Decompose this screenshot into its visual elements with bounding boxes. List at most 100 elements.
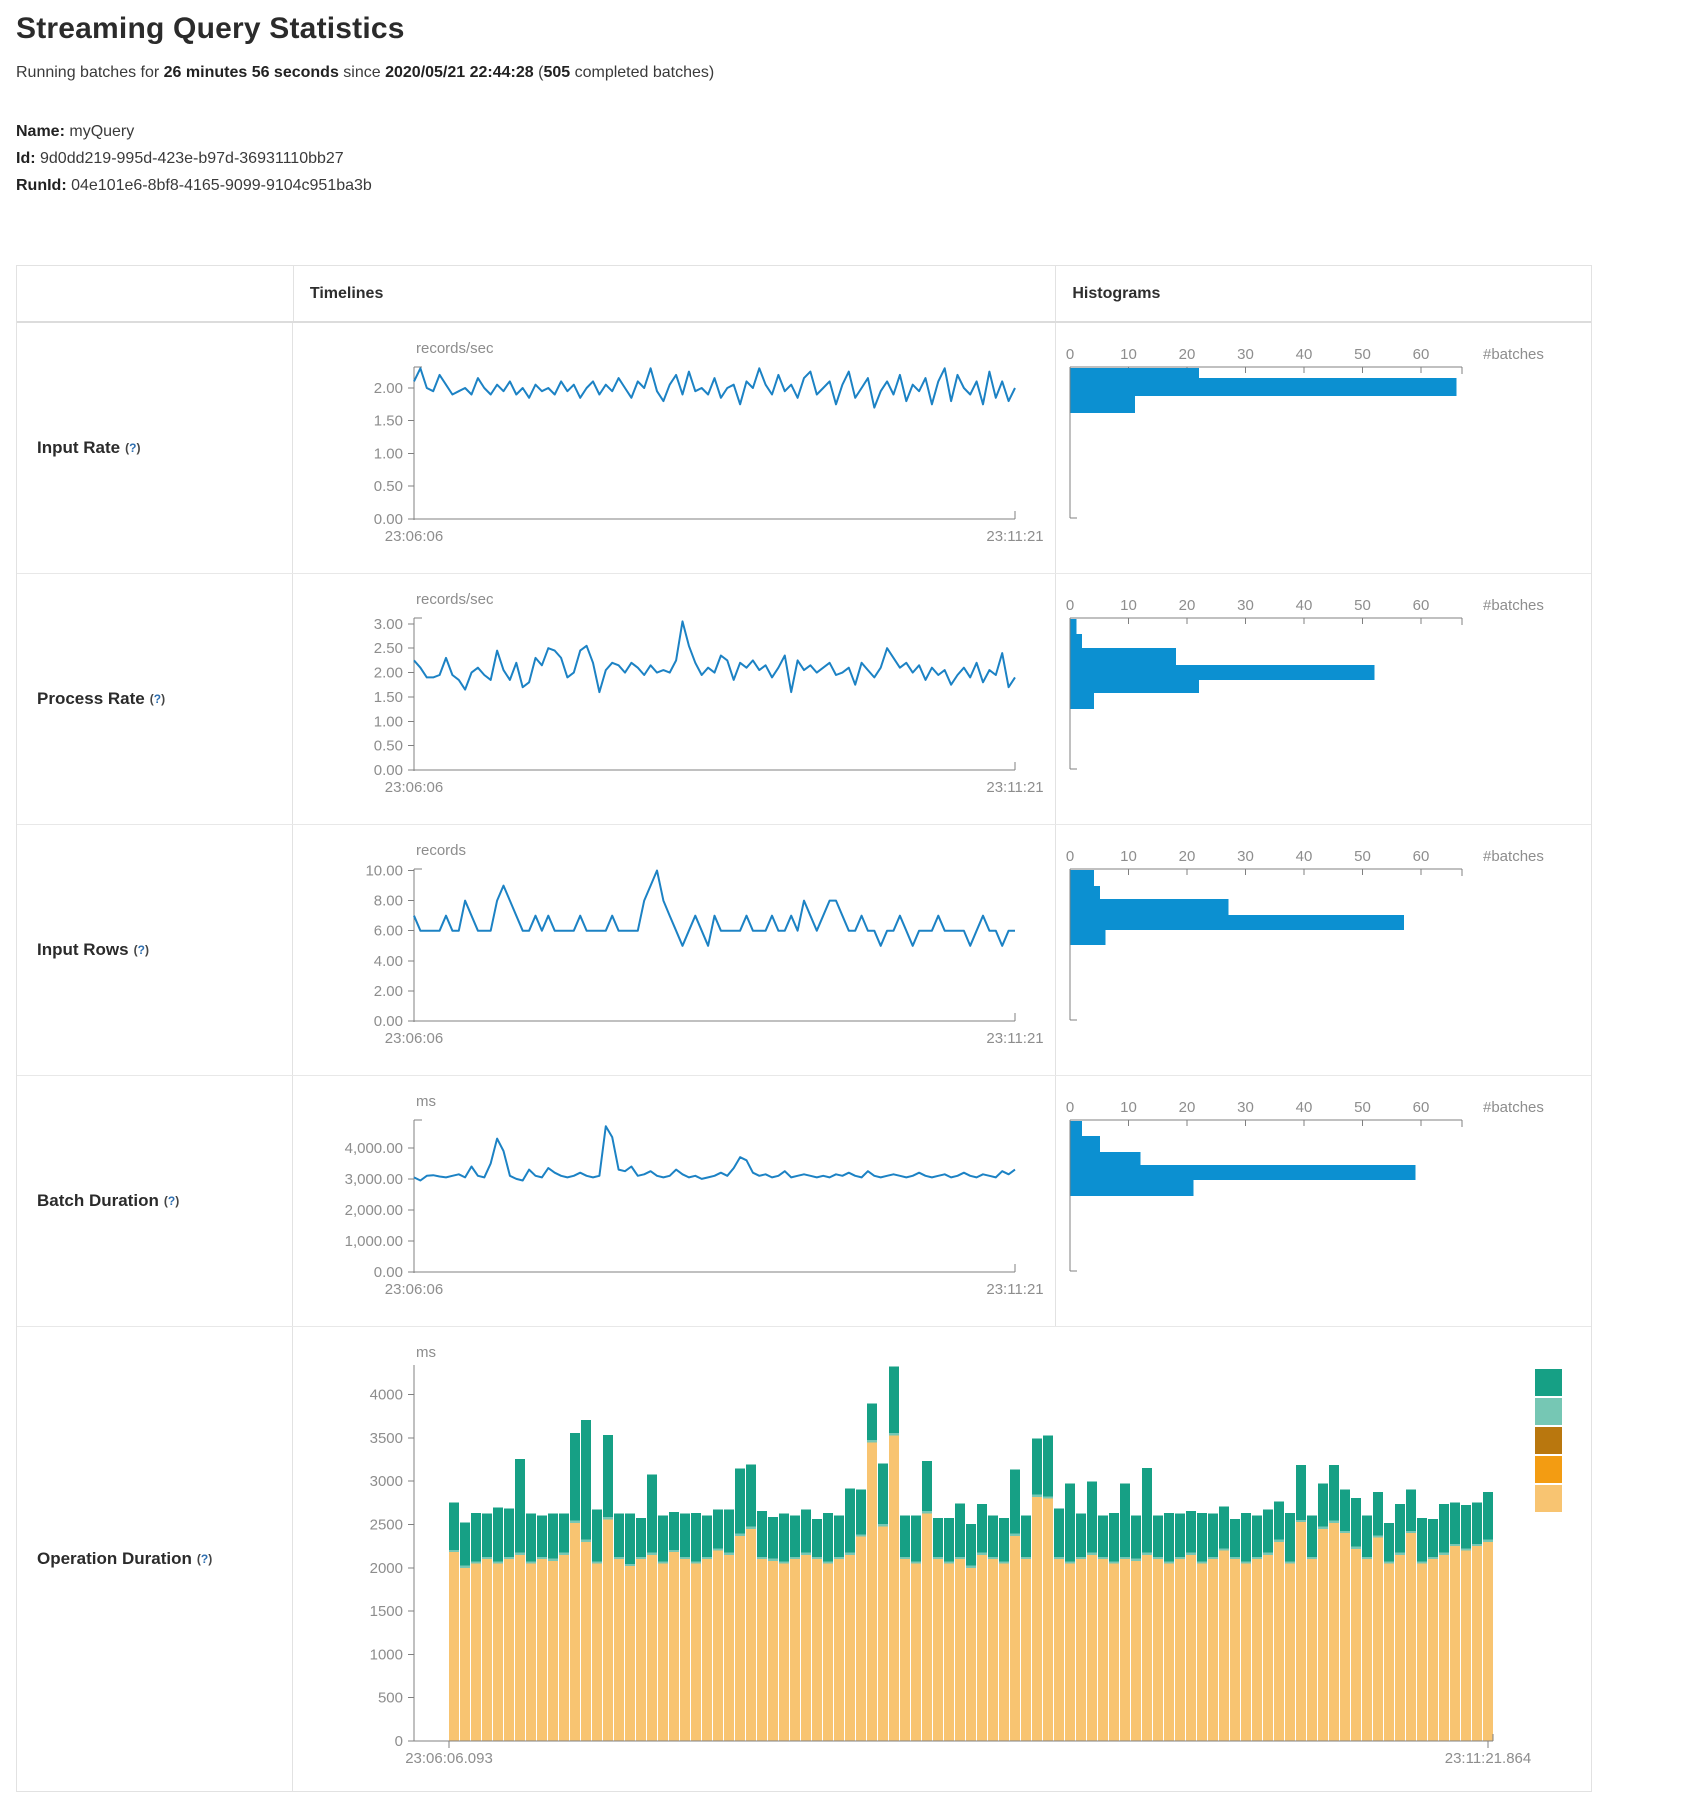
query-runid-label: RunId: [16, 177, 67, 194]
svg-text:50: 50 [1354, 346, 1371, 363]
svg-text:0.50: 0.50 [374, 478, 403, 495]
stat-row-input-rate: Input Rate(?)records/sec0.000.501.001.50… [17, 323, 1591, 573]
completed-batches-count: 505 [543, 64, 570, 81]
process-rate-help-link[interactable]: (?) [150, 692, 165, 706]
svg-text:3,000.00: 3,000.00 [345, 1171, 403, 1188]
svg-text:40: 40 [1296, 1099, 1313, 1116]
svg-text:23:11:21: 23:11:21 [986, 779, 1043, 796]
svg-text:#batches: #batches [1483, 346, 1544, 363]
svg-text:10.00: 10.00 [365, 863, 403, 880]
subtitle-text: Running batches for [16, 64, 164, 81]
subtitle-text: since [339, 64, 385, 81]
legend-swatch-2 [1535, 1398, 1562, 1425]
histogram-cell-input-rate: 0102030405060#batches [1055, 323, 1591, 573]
svg-text:2.00: 2.00 [374, 983, 403, 1000]
svg-text:23:06:06: 23:06:06 [385, 779, 443, 796]
timeline-cell-process-rate: records/sec0.000.501.001.502.002.503.002… [292, 574, 1055, 824]
stat-row-batch-duration: Batch Duration(?)ms0.001,000.002,000.003… [17, 1075, 1591, 1326]
legend-swatch-3 [1535, 1427, 1562, 1454]
svg-text:1500: 1500 [370, 1603, 403, 1620]
svg-text:60: 60 [1413, 597, 1430, 614]
streaming-query-statistics-page: Streaming Query Statistics Running batch… [0, 0, 1693, 1820]
header-timelines: Timelines [293, 266, 1056, 321]
svg-text:40: 40 [1296, 346, 1313, 363]
svg-text:records: records [416, 842, 466, 859]
svg-text:23:06:06: 23:06:06 [385, 1281, 443, 1298]
svg-text:10: 10 [1120, 1099, 1137, 1116]
svg-text:0.00: 0.00 [374, 511, 403, 528]
histogram-cell-batch-duration: 0102030405060#batches [1055, 1076, 1591, 1326]
svg-text:23:11:21: 23:11:21 [986, 1281, 1043, 1298]
input-rows-histogram-chart: 0102030405060#batches [1056, 825, 1592, 1075]
svg-text:40: 40 [1296, 597, 1313, 614]
svg-text:500: 500 [378, 1690, 403, 1707]
query-runid-value: 04e101e6-8bf8-4165-9099-9104c951ba3b [71, 177, 372, 194]
input-rate-help-link[interactable]: (?) [125, 441, 140, 455]
svg-text:20: 20 [1179, 848, 1196, 865]
process-rate-timeline-chart: records/sec0.000.501.001.502.002.503.002… [293, 574, 1056, 824]
svg-text:ms: ms [416, 1093, 436, 1110]
legend-swatch-5 [1535, 1485, 1562, 1512]
query-id-value: 9d0dd219-995d-423e-b97d-36931110bb27 [40, 150, 344, 167]
svg-text:20: 20 [1179, 1099, 1196, 1116]
svg-text:50: 50 [1354, 597, 1371, 614]
svg-text:3000: 3000 [370, 1473, 403, 1490]
svg-text:0: 0 [395, 1733, 403, 1750]
svg-text:30: 30 [1237, 848, 1254, 865]
start-timestamp: 2020/05/21 22:44:28 [385, 64, 534, 81]
stat-row-operation-duration: Operation Duration(?)ms05001000150020002… [17, 1326, 1591, 1791]
svg-text:#batches: #batches [1483, 1099, 1544, 1116]
timeline-cell-batch-duration: ms0.001,000.002,000.003,000.004,000.0023… [292, 1076, 1055, 1326]
stat-row-process-rate: Process Rate(?)records/sec0.000.501.001.… [17, 573, 1591, 824]
svg-text:4,000.00: 4,000.00 [345, 1140, 403, 1157]
query-name-label: Name: [16, 123, 65, 140]
row-label-text: Process Rate [37, 689, 145, 709]
operation-duration-help-link[interactable]: (?) [197, 1552, 212, 1566]
batch-duration-help-link[interactable]: (?) [164, 1194, 179, 1208]
svg-text:0.00: 0.00 [374, 1264, 403, 1281]
svg-text:2.00: 2.00 [374, 665, 403, 682]
svg-text:0.00: 0.00 [374, 762, 403, 779]
svg-text:2.50: 2.50 [374, 640, 403, 657]
query-id-label: Id: [16, 150, 36, 167]
svg-text:0: 0 [1066, 597, 1074, 614]
row-label-batch-duration: Batch Duration (?) [17, 1076, 292, 1326]
statistics-table-header: Timelines Histograms [17, 266, 1591, 323]
input-rows-help-link[interactable]: (?) [134, 943, 149, 957]
running-batches-summary: Running batches for 26 minutes 56 second… [16, 64, 714, 82]
svg-text:1.50: 1.50 [374, 689, 403, 706]
page-title: Streaming Query Statistics [16, 12, 405, 46]
batch-duration-timeline-chart: ms0.001,000.002,000.003,000.004,000.0023… [293, 1076, 1056, 1326]
svg-text:23:06:06.093: 23:06:06.093 [405, 1750, 493, 1767]
svg-text:10: 10 [1120, 346, 1137, 363]
svg-text:23:11:21.864: 23:11:21.864 [1445, 1750, 1531, 1767]
header-histograms: Histograms [1055, 266, 1591, 321]
svg-text:1.00: 1.00 [374, 713, 403, 730]
svg-text:3.00: 3.00 [374, 616, 403, 633]
svg-text:40: 40 [1296, 848, 1313, 865]
histogram-cell-process-rate: 0102030405060#batches [1055, 574, 1591, 824]
svg-text:0: 0 [1066, 346, 1074, 363]
svg-text:60: 60 [1413, 848, 1430, 865]
svg-text:23:06:06: 23:06:06 [385, 528, 443, 545]
row-label-text: Input Rows [37, 940, 129, 960]
svg-text:3500: 3500 [370, 1430, 403, 1447]
svg-text:records/sec: records/sec [416, 340, 494, 357]
timeline-cell-input-rate: records/sec0.000.501.001.502.0023:06:062… [292, 323, 1055, 573]
svg-text:2,000.00: 2,000.00 [345, 1202, 403, 1219]
row-label-text: Batch Duration [37, 1191, 159, 1211]
row-label-text: Operation Duration [37, 1549, 192, 1569]
svg-text:records/sec: records/sec [416, 591, 494, 608]
query-id-line: Id: 9d0dd219-995d-423e-b97d-36931110bb27 [16, 145, 372, 172]
svg-text:60: 60 [1413, 1099, 1430, 1116]
row-label-input-rows: Input Rows (?) [17, 825, 292, 1075]
query-runid-line: RunId: 04e101e6-8bf8-4165-9099-9104c951b… [16, 172, 372, 199]
row-label-text: Input Rate [37, 438, 120, 458]
svg-text:0.00: 0.00 [374, 1013, 403, 1030]
query-name-value: myQuery [69, 123, 134, 140]
svg-text:50: 50 [1354, 1099, 1371, 1116]
legend-swatch-1 [1535, 1369, 1562, 1396]
stat-row-input-rows: Input Rows(?)records0.002.004.006.008.00… [17, 824, 1591, 1075]
svg-text:2000: 2000 [370, 1560, 403, 1577]
process-rate-histogram-chart: 0102030405060#batches [1056, 574, 1592, 824]
